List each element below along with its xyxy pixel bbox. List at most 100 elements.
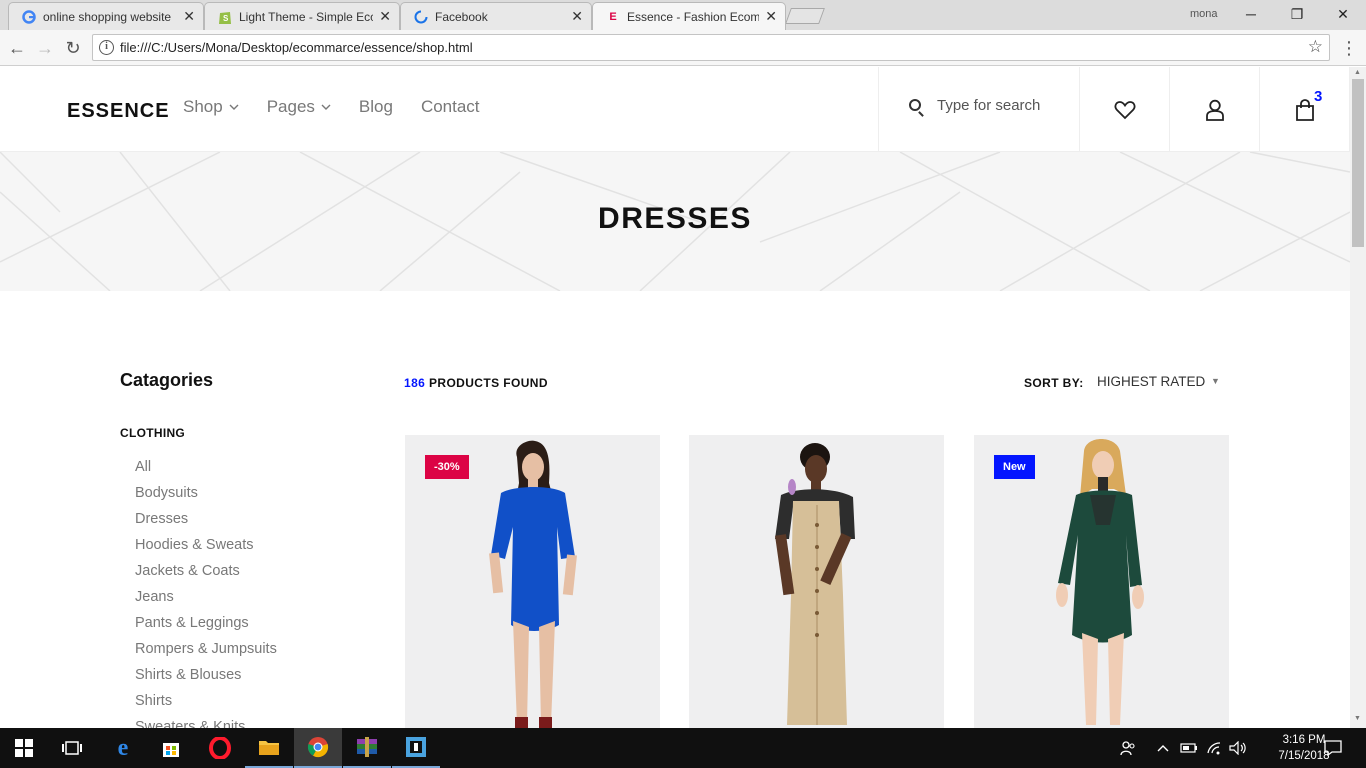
bookmark-star-icon[interactable]: ☆ xyxy=(1308,37,1323,57)
category-list: All Bodysuits Dresses Hoodies & Sweats J… xyxy=(135,457,277,728)
search-input[interactable] xyxy=(937,97,1067,114)
task-view-icon[interactable] xyxy=(48,728,96,768)
wifi-icon[interactable] xyxy=(1206,728,1222,768)
winrar-icon[interactable] xyxy=(343,728,391,768)
cart-button[interactable]: 3 xyxy=(1260,67,1350,152)
nav-label: Blog xyxy=(358,97,393,116)
forward-icon[interactable]: → xyxy=(34,37,56,59)
close-icon[interactable]: ✕ xyxy=(183,8,195,25)
edge-icon[interactable]: e xyxy=(99,728,147,768)
user-icon xyxy=(1205,99,1224,121)
back-icon[interactable]: ← xyxy=(6,37,28,59)
sort-select[interactable]: HIGHEST RATED xyxy=(1097,374,1205,389)
window-close-icon[interactable]: ✕ xyxy=(1333,4,1353,24)
browser-tab-active[interactable]: E Essence - Fashion Ecomm ✕ xyxy=(592,2,786,30)
app-icon[interactable] xyxy=(392,728,440,768)
site-logo[interactable]: ESSENCE xyxy=(67,100,170,123)
nav-label: Pages xyxy=(266,97,315,116)
site-header: ESSENCE Shop Pages Blog Contact Type for… xyxy=(0,67,1350,152)
nav-item-contact[interactable]: Contact xyxy=(421,97,480,117)
shopping-bag-icon xyxy=(1295,98,1314,121)
url-text[interactable]: file:///C:/Users/Mona/Desktop/ecommarce/… xyxy=(120,40,473,55)
new-badge: New xyxy=(994,455,1035,479)
scrollbar-thumb[interactable] xyxy=(1352,79,1364,247)
page-viewport: ESSENCE Shop Pages Blog Contact Type for… xyxy=(0,67,1350,728)
scroll-up-icon[interactable]: ▲ xyxy=(1354,69,1361,76)
browser-tab-strip: online shopping website ✕ S Light Theme … xyxy=(0,0,1366,30)
chevron-down-icon xyxy=(229,102,239,113)
page-title: DRESSES xyxy=(598,202,752,235)
file-explorer-icon[interactable] xyxy=(245,728,293,768)
battery-icon[interactable] xyxy=(1180,728,1198,768)
svg-text:S: S xyxy=(223,14,229,23)
cart-count-badge: 3 xyxy=(1314,88,1323,105)
main-nav: Shop Pages Blog Contact xyxy=(183,97,508,117)
notifications-icon[interactable] xyxy=(1324,728,1342,768)
browser-toolbar: ← → ↻ i file:///C:/Users/Mona/Desktop/ec… xyxy=(0,30,1366,66)
address-bar[interactable]: i file:///C:/Users/Mona/Desktop/ecommarc… xyxy=(92,34,1330,61)
category-item[interactable]: Pants & Leggings xyxy=(135,613,277,639)
maximize-icon[interactable]: ❐ xyxy=(1287,4,1307,24)
start-icon[interactable] xyxy=(0,728,48,768)
account-button[interactable] xyxy=(1170,67,1260,152)
product-card[interactable]: New xyxy=(974,435,1229,728)
scroll-down-icon[interactable]: ▼ xyxy=(1354,715,1361,722)
people-icon[interactable] xyxy=(1120,728,1136,768)
close-icon[interactable]: ✕ xyxy=(571,8,583,25)
category-item[interactable]: All xyxy=(135,457,277,483)
category-item[interactable]: Jackets & Coats xyxy=(135,561,277,587)
tab-title: Facebook xyxy=(435,9,488,24)
tab-title: Essence - Fashion Ecomm xyxy=(627,9,760,24)
product-card[interactable]: -30% xyxy=(405,435,660,728)
category-sidebar: Catagories CLOTHING All Bodysuits Dresse… xyxy=(120,370,380,728)
category-item[interactable]: Hoodies & Sweats xyxy=(135,535,277,561)
info-icon[interactable]: i xyxy=(99,40,114,55)
store-icon[interactable] xyxy=(147,728,195,768)
nav-item-pages[interactable]: Pages xyxy=(267,97,331,117)
nav-item-shop[interactable]: Shop xyxy=(183,97,239,117)
close-icon[interactable]: ✕ xyxy=(379,8,391,25)
new-tab-button[interactable] xyxy=(785,8,825,24)
shopify-icon: S xyxy=(217,9,233,25)
page-scrollbar[interactable]: ▲ ▼ xyxy=(1350,67,1366,728)
category-item[interactable]: Shirts & Blouses xyxy=(135,665,277,691)
profile-name[interactable]: mona xyxy=(1190,8,1218,20)
category-item[interactable]: Rompers & Jumpsuits xyxy=(135,639,277,665)
wishlist-button[interactable] xyxy=(1080,67,1170,152)
sidebar-title: Catagories xyxy=(120,370,214,390)
tab-title: online shopping website xyxy=(43,9,172,24)
product-image[interactable] xyxy=(689,435,944,728)
essence-icon: E xyxy=(609,10,617,23)
category-item[interactable]: Jeans xyxy=(135,587,277,613)
minimize-icon[interactable]: ─ xyxy=(1241,4,1261,24)
category-item[interactable]: Dresses xyxy=(135,509,277,535)
category-item[interactable]: Shirts xyxy=(135,691,277,717)
nav-label: Contact xyxy=(420,97,480,116)
volume-icon[interactable] xyxy=(1229,728,1247,768)
heart-icon xyxy=(1114,100,1135,119)
nav-item-blog[interactable]: Blog xyxy=(359,97,393,117)
chevron-up-icon[interactable] xyxy=(1157,728,1169,768)
discount-badge: -30% xyxy=(425,455,469,479)
product-card[interactable] xyxy=(689,435,944,728)
close-icon[interactable]: ✕ xyxy=(765,8,777,25)
browser-tab[interactable]: S Light Theme - Simple Ecc ✕ xyxy=(204,2,400,30)
product-count: 186 xyxy=(404,376,426,390)
loading-spinner-icon xyxy=(413,9,429,25)
chrome-icon[interactable] xyxy=(294,728,342,768)
browser-menu-icon[interactable]: ⋮ xyxy=(1340,37,1358,59)
category-group-clothing[interactable]: CLOTHING xyxy=(120,426,185,440)
search-icon[interactable] xyxy=(909,99,921,111)
category-item[interactable]: Sweaters & Knits xyxy=(135,717,277,728)
opera-icon[interactable] xyxy=(196,728,244,768)
sort-label: SORT BY: xyxy=(1024,376,1084,390)
reload-icon[interactable]: ↻ xyxy=(62,37,84,59)
page-banner: DRESSES xyxy=(0,152,1350,291)
browser-tab[interactable]: online shopping website ✕ xyxy=(8,2,204,30)
products-found-label: PRODUCTS FOUND xyxy=(428,376,548,390)
chevron-down-icon[interactable]: ▼ xyxy=(1211,376,1220,386)
google-icon xyxy=(21,9,37,25)
products-found: 186 PRODUCTS FOUND xyxy=(404,376,548,390)
category-item[interactable]: Bodysuits xyxy=(135,483,277,509)
browser-tab[interactable]: Facebook ✕ xyxy=(400,2,592,30)
